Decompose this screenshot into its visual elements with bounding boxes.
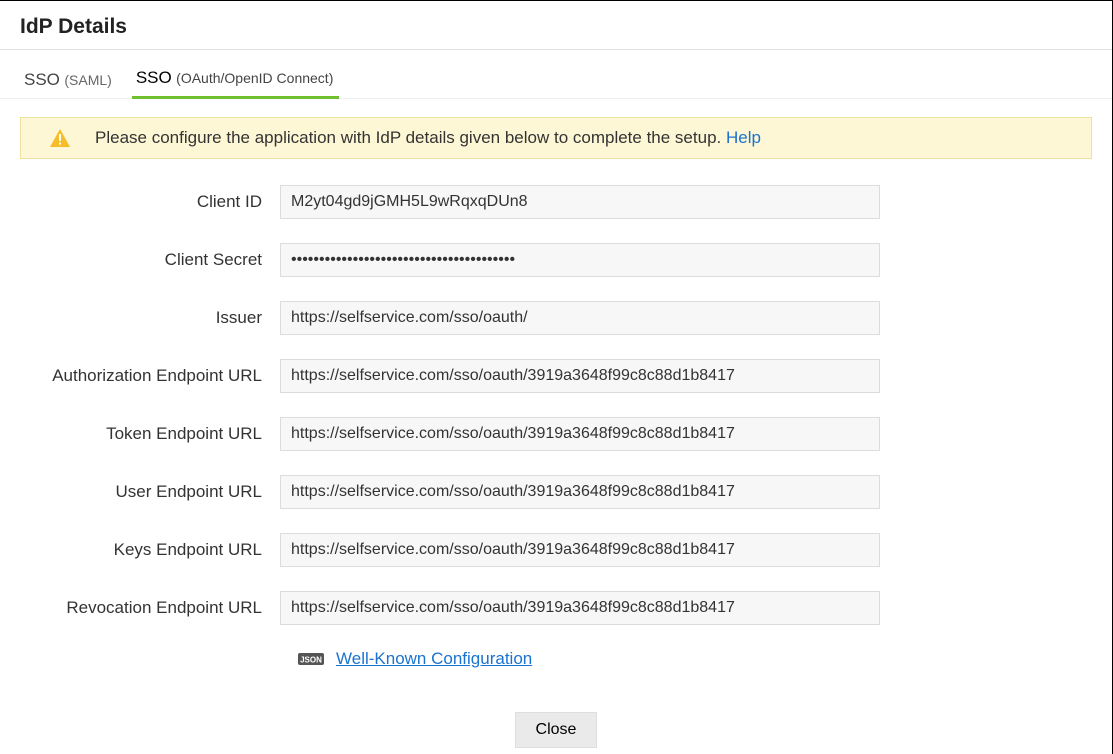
config-alert: Please configure the application with Id… <box>20 117 1092 159</box>
input-issuer[interactable] <box>280 301 880 335</box>
row-auth-endpoint: Authorization Endpoint URL <box>20 359 1092 393</box>
dialog-footer: Close <box>0 712 1112 748</box>
label-token-endpoint: Token Endpoint URL <box>20 424 280 444</box>
json-icon: JSON <box>298 650 324 668</box>
tab-sso-oauth-sub: (OAuth/OpenID Connect) <box>176 70 333 86</box>
row-client-id: Client ID <box>20 185 1092 219</box>
idp-details-dialog: IdP Details SSO (SAML) SSO (OAuth/OpenID… <box>0 0 1113 754</box>
well-known-link[interactable]: Well-Known Configuration <box>336 649 532 669</box>
label-auth-endpoint: Authorization Endpoint URL <box>20 366 280 386</box>
input-revocation-endpoint[interactable] <box>280 591 880 625</box>
input-client-secret[interactable] <box>280 243 880 277</box>
tab-sso-oauth[interactable]: SSO (OAuth/OpenID Connect) <box>132 64 340 99</box>
alert-help-link[interactable]: Help <box>726 128 761 147</box>
label-user-endpoint: User Endpoint URL <box>20 482 280 502</box>
input-keys-endpoint[interactable] <box>280 533 880 567</box>
alert-text: Please configure the application with Id… <box>95 128 726 147</box>
row-keys-endpoint: Keys Endpoint URL <box>20 533 1092 567</box>
input-client-id[interactable] <box>280 185 880 219</box>
row-token-endpoint: Token Endpoint URL <box>20 417 1092 451</box>
label-revocation-endpoint: Revocation Endpoint URL <box>20 598 280 618</box>
alert-message: Please configure the application with Id… <box>95 128 761 148</box>
row-user-endpoint: User Endpoint URL <box>20 475 1092 509</box>
row-well-known: JSON Well-Known Configuration <box>298 649 1092 669</box>
page-title: IdP Details <box>0 1 1112 49</box>
label-keys-endpoint: Keys Endpoint URL <box>20 540 280 560</box>
input-token-endpoint[interactable] <box>280 417 880 451</box>
warning-icon <box>43 129 77 147</box>
tab-sso-saml-sub: (SAML) <box>64 72 111 88</box>
tab-sso-oauth-main: SSO <box>136 68 172 87</box>
content-area: Please configure the application with Id… <box>0 99 1112 669</box>
tabs-bar: SSO (SAML) SSO (OAuth/OpenID Connect) <box>0 50 1112 99</box>
tab-sso-saml-main: SSO <box>24 70 60 89</box>
label-client-secret: Client Secret <box>20 250 280 270</box>
input-auth-endpoint[interactable] <box>280 359 880 393</box>
row-revocation-endpoint: Revocation Endpoint URL <box>20 591 1092 625</box>
close-button[interactable]: Close <box>515 712 598 748</box>
row-issuer: Issuer <box>20 301 1092 335</box>
idp-details-form: Client ID Client Secret Issuer Authoriza… <box>20 185 1092 669</box>
tab-sso-saml[interactable]: SSO (SAML) <box>20 66 118 98</box>
row-client-secret: Client Secret <box>20 243 1092 277</box>
label-issuer: Issuer <box>20 308 280 328</box>
label-client-id: Client ID <box>20 192 280 212</box>
input-user-endpoint[interactable] <box>280 475 880 509</box>
svg-text:JSON: JSON <box>300 656 322 665</box>
